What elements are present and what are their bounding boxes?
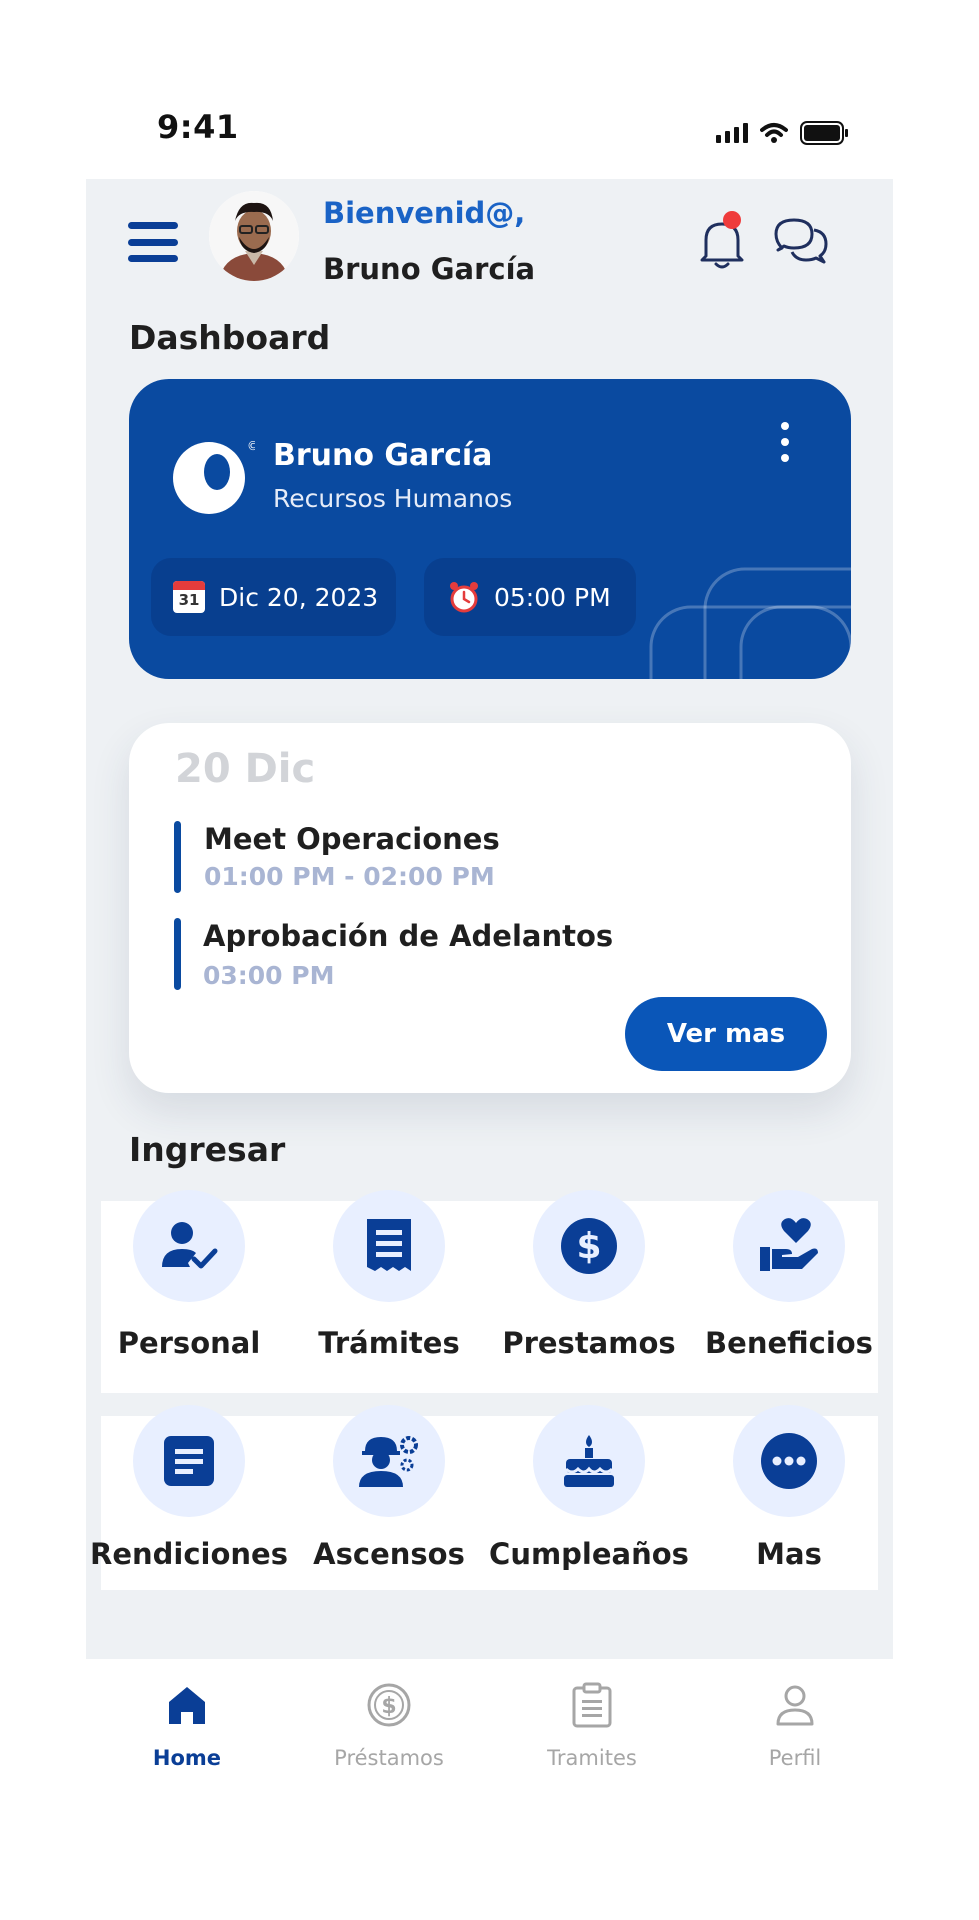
clipboard-icon	[572, 1682, 612, 1728]
shortcut-label: Beneficios	[705, 1326, 873, 1360]
time-pill: 05:00 PM	[424, 558, 636, 636]
shortcut-label: Prestamos	[502, 1326, 676, 1360]
agenda-date: 20 Dic	[175, 746, 316, 792]
calendar-icon-day: 31	[178, 591, 200, 609]
ingresar-title: Ingresar	[129, 1130, 286, 1169]
nav-label: Home	[152, 1746, 222, 1770]
cake-icon	[564, 1435, 614, 1487]
event-title[interactable]: Meet Operaciones	[204, 822, 500, 856]
card-employee-name: Bruno García	[273, 438, 493, 473]
shortcut-label: Cumpleaños	[489, 1537, 689, 1571]
see-more-button[interactable]: Ver mas	[625, 997, 827, 1071]
chat-icon[interactable]	[772, 212, 830, 270]
shortcut-icon-circle	[133, 1190, 245, 1302]
dashboard-title: Dashboard	[129, 318, 331, 357]
dollar-coin-icon: $	[561, 1218, 617, 1274]
event-marker	[174, 918, 181, 990]
hand-heart-icon	[760, 1218, 818, 1271]
date-pill: 31 Dic 20, 2023	[151, 558, 396, 636]
event-time: 01:00 PM - 02:00 PM	[204, 862, 495, 891]
receipt-icon	[367, 1219, 411, 1271]
event-title[interactable]: Aprobación de Adelantos	[203, 919, 613, 953]
nav-item-prestamos[interactable]: $ Préstamos	[299, 1680, 479, 1770]
user-icon	[776, 1685, 814, 1726]
document-icon	[164, 1436, 214, 1486]
shortcut-label: Trámites	[318, 1326, 460, 1360]
event-time: 03:00 PM	[203, 961, 335, 990]
calendar-icon: 31	[173, 581, 205, 613]
notification-badge	[723, 211, 741, 229]
status-indicators	[716, 118, 850, 148]
alarm-clock-icon	[450, 582, 478, 613]
card-decoration	[649, 567, 851, 679]
home-icon	[169, 1687, 205, 1724]
bell-icon[interactable]	[694, 212, 750, 272]
shortcut-label: Personal	[117, 1326, 261, 1360]
welcome-text: Bienvenid@,	[323, 196, 526, 230]
dollar-circle-icon: $	[367, 1683, 411, 1727]
nav-label: Tramites	[547, 1746, 637, 1770]
nav-label: Perfil	[768, 1746, 822, 1770]
battery-icon	[800, 121, 848, 145]
shortcut-icon-circle	[533, 1405, 645, 1517]
shortcut-icon-circle: $	[533, 1190, 645, 1302]
avatar[interactable]	[209, 191, 299, 281]
more-dots-icon	[761, 1433, 817, 1489]
shortcut-label: Ascensos	[313, 1537, 465, 1571]
user-check-icon	[162, 1222, 218, 1269]
status-time: 9:41	[157, 108, 239, 146]
card-time: 05:00 PM	[494, 582, 611, 612]
shortcut-icon-circle	[733, 1405, 845, 1517]
shortcut-label: Mas	[756, 1537, 822, 1571]
svg-text:©: ©	[247, 439, 255, 453]
nav-item-perfil[interactable]: Perfil	[705, 1680, 885, 1770]
worker-gear-icon	[359, 1436, 418, 1487]
hamburger-menu-icon[interactable]	[128, 222, 178, 262]
event-marker	[174, 821, 181, 893]
card-date: Dic 20, 2023	[219, 582, 379, 612]
cellular-signal-icon	[716, 123, 748, 143]
nav-item-home[interactable]: Home	[97, 1680, 277, 1770]
shortcut-icon-circle	[133, 1405, 245, 1517]
nav-item-tramites[interactable]: Tramites	[502, 1680, 682, 1770]
shortcut-icon-circle	[733, 1190, 845, 1302]
company-logo: ©	[173, 439, 255, 514]
more-options-icon[interactable]	[773, 422, 797, 462]
svg-text:$: $	[381, 1694, 396, 1719]
header-user-name: Bruno García	[323, 252, 536, 286]
nav-label: Préstamos	[334, 1746, 444, 1770]
shortcut-label: Rendiciones	[90, 1537, 288, 1571]
shortcut-icon-circle	[333, 1190, 445, 1302]
svg-text:$: $	[576, 1226, 601, 1267]
wifi-icon	[760, 123, 788, 143]
card-department: Recursos Humanos	[273, 484, 513, 513]
shortcut-icon-circle	[333, 1405, 445, 1517]
